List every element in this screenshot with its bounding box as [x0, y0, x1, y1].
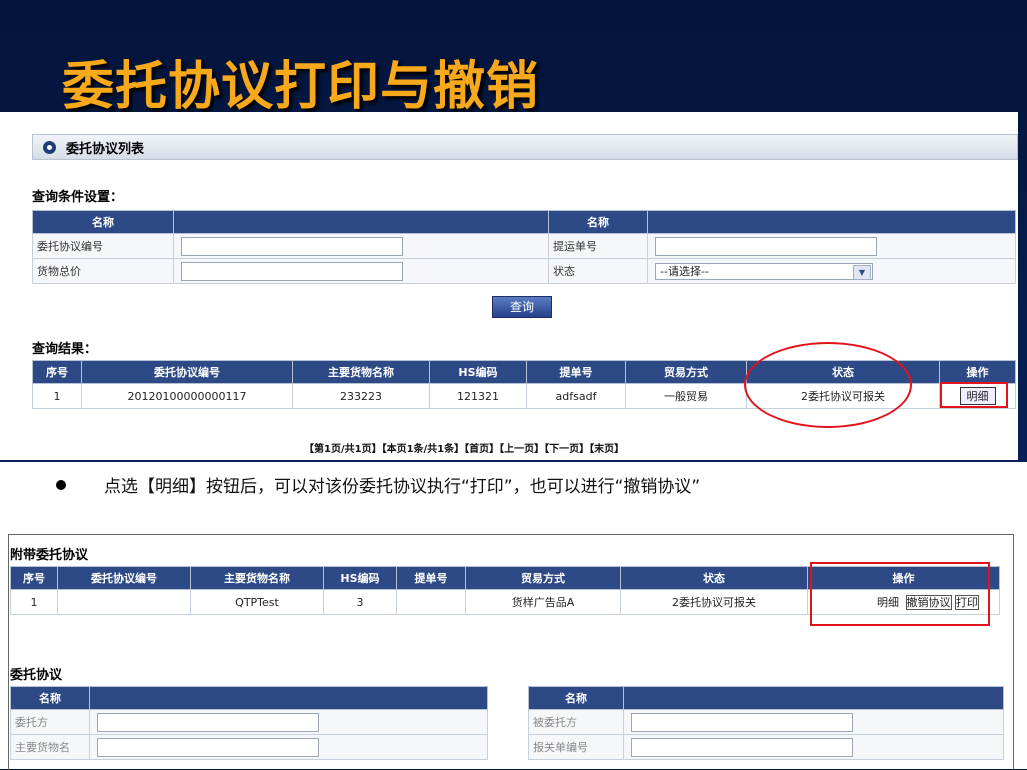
left-header-name: 名称 — [10, 686, 90, 710]
agreement-left-table: 名称 委托方 主要货物名 — [10, 686, 488, 760]
instruction-bullet: 点选【明细】按钮后，可以对该份委托协议执行“打印”，也可以进行“撤销协议” — [0, 462, 1027, 526]
agreement-right-table: 名称 被委托方 报关单编号 — [528, 686, 1004, 760]
pagination[interactable]: 【第1页/共1页】【本页1条/共1条】【首页】【上一页】【下一页】【末页】 — [304, 440, 624, 455]
principal-input[interactable] — [97, 712, 319, 732]
panel-header-title: 委托协议列表 — [66, 141, 145, 157]
col-status: 状态 — [620, 566, 808, 590]
action-highlight-box — [810, 562, 990, 626]
col-goods: 主要货物名称 — [292, 360, 430, 384]
bill-no-label: 提运单号 — [548, 233, 648, 259]
status-highlight-ellipse — [744, 342, 912, 428]
status-label: 状态 — [548, 258, 648, 284]
attached-agreement-label: 附带委托协议 — [10, 548, 89, 563]
agent-label: 被委托方 — [528, 709, 624, 735]
cell-seq: 1 — [10, 589, 58, 615]
agreement-no-input[interactable] — [181, 236, 403, 256]
bill-no-input[interactable] — [655, 236, 877, 256]
cell-goods: 233223 — [292, 383, 430, 409]
col-hs: HS编码 — [429, 360, 527, 384]
instruction-text: 点选【明细】按钮后，可以对该份委托协议执行“打印”，也可以进行“撤销协议” — [104, 477, 701, 497]
cell-seq: 1 — [32, 383, 82, 409]
declaration-no-label: 报关单编号 — [528, 734, 624, 760]
agreement-detail-screenshot: 附带委托协议 序号 委托协议编号 主要货物名称 HS编码 提单号 贸易方式 状态… — [0, 526, 1027, 770]
col-goods: 主要货物名称 — [190, 566, 324, 590]
cell-goods: QTPTest — [190, 589, 324, 615]
slide-title: 委托协议打印与撤销 — [62, 57, 540, 117]
col-hs: HS编码 — [323, 566, 397, 590]
agreement-no-label: 委托协议编号 — [32, 233, 174, 259]
agreement-list-screenshot: 委托协议列表 查询条件设置： 名称 名称 委托协议编号 提运单号 货物总价 状态… — [0, 112, 1018, 460]
query-results-label: 查询结果： — [32, 342, 98, 357]
declaration-no-input[interactable] — [631, 737, 853, 757]
cell-agreement-no — [57, 589, 191, 615]
status-select[interactable]: --请选择-- ▼ — [655, 262, 873, 280]
col-agreement-no: 委托协议编号 — [81, 360, 293, 384]
bullet-icon — [56, 480, 66, 490]
main-goods-input[interactable] — [97, 737, 319, 757]
cell-trade: 货样广告品A — [465, 589, 621, 615]
right-header-blank — [623, 686, 1004, 710]
main-goods-label: 主要货物名 — [10, 734, 90, 760]
query-conditions-label: 查询条件设置： — [32, 190, 124, 205]
detail-highlight-box — [940, 382, 1008, 408]
right-header-name: 名称 — [528, 686, 624, 710]
left-header-blank — [89, 686, 488, 710]
col-action: 操作 — [939, 360, 1016, 384]
cell-hs: 3 — [323, 589, 397, 615]
total-price-label: 货物总价 — [32, 258, 174, 284]
agreement-section-label: 委托协议 — [10, 668, 63, 683]
query-button[interactable]: 查询 — [492, 296, 552, 318]
query-header-blank — [173, 210, 549, 234]
col-trade: 贸易方式 — [465, 566, 621, 590]
status-select-value: --请选择-- — [660, 264, 709, 278]
agent-input[interactable] — [631, 712, 853, 732]
principal-label: 委托方 — [10, 709, 90, 735]
chevron-down-icon[interactable]: ▼ — [853, 264, 871, 280]
col-trade: 贸易方式 — [625, 360, 747, 384]
query-header-name: 名称 — [548, 210, 648, 234]
cell-bill: adfsadf — [526, 383, 626, 409]
cell-hs: 121321 — [429, 383, 527, 409]
col-bill: 提单号 — [396, 566, 466, 590]
query-header-blank — [647, 210, 1016, 234]
circle-arrow-icon — [43, 140, 56, 154]
cell-status: 2委托协议可报关 — [620, 589, 808, 615]
panel-header: 委托协议列表 — [32, 134, 1018, 160]
query-conditions-table: 名称 名称 委托协议编号 提运单号 货物总价 状态 --请选择-- ▼ — [32, 210, 1016, 284]
cell-agreement-no: 20120100000000117 — [81, 383, 293, 409]
col-bill: 提单号 — [526, 360, 626, 384]
cell-trade: 一般贸易 — [625, 383, 747, 409]
query-header-name: 名称 — [32, 210, 174, 234]
cell-bill — [396, 589, 466, 615]
col-seq: 序号 — [10, 566, 58, 590]
col-agreement-no: 委托协议编号 — [57, 566, 191, 590]
col-seq: 序号 — [32, 360, 82, 384]
total-price-input[interactable] — [181, 261, 403, 281]
